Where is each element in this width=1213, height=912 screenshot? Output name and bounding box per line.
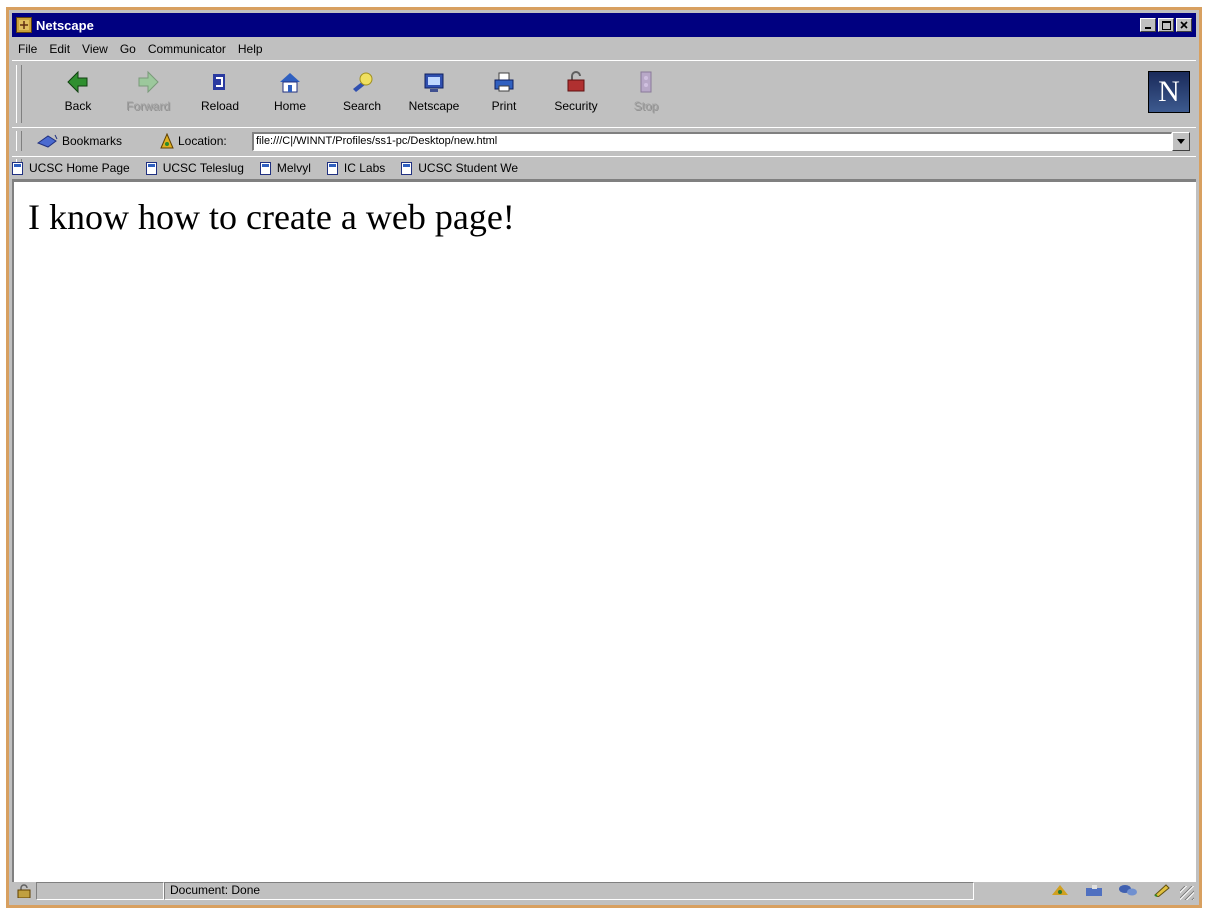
location-label-group: Location: bbox=[160, 133, 227, 149]
url-dropdown-button[interactable] bbox=[1172, 132, 1190, 151]
print-button[interactable]: Print bbox=[474, 69, 534, 119]
bookmarks-label: Bookmarks bbox=[62, 134, 123, 148]
bookmark-page-icon bbox=[145, 161, 157, 175]
netscape-logo[interactable]: N bbox=[1148, 71, 1190, 113]
navigator-icon[interactable] bbox=[1050, 883, 1070, 897]
browser-window: Netscape File Edit View Go Communicator … bbox=[6, 7, 1202, 908]
menu-view[interactable]: View bbox=[76, 42, 114, 56]
bookmark-ucsc-student-web[interactable]: UCSC Student We bbox=[401, 161, 518, 175]
location-url-field[interactable]: file:///C|/WINNT/Profiles/ss1-pc/Desktop… bbox=[252, 132, 1172, 151]
forward-label: Forward bbox=[125, 99, 170, 113]
home-icon bbox=[280, 73, 300, 93]
forward-button[interactable]: Forward bbox=[118, 69, 178, 119]
menu-go[interactable]: Go bbox=[114, 42, 142, 56]
forward-arrow-icon bbox=[138, 70, 159, 94]
search-flashlight-icon bbox=[353, 72, 373, 92]
netscape-button[interactable]: Netscape bbox=[404, 69, 464, 119]
bookmark-label: IC Labs bbox=[343, 161, 386, 175]
status-text: Document: Done bbox=[170, 883, 261, 897]
component-bar bbox=[1050, 883, 1172, 897]
discussion-groups-icon[interactable] bbox=[1118, 883, 1138, 897]
chevron-down-icon bbox=[1177, 139, 1185, 144]
netscape-monitor-icon bbox=[424, 73, 444, 92]
netscape-label: Netscape bbox=[408, 99, 460, 113]
menu-file[interactable]: File bbox=[12, 42, 43, 56]
location-toolbar: Bookmarks Location: file:///C|/WINNT/Pro… bbox=[12, 127, 1196, 157]
window-title: Netscape bbox=[36, 17, 94, 33]
back-arrow-icon bbox=[67, 70, 88, 94]
home-label: Home bbox=[273, 99, 306, 113]
menu-bar: File Edit View Go Communicator Help bbox=[12, 39, 1196, 59]
composer-icon[interactable] bbox=[1152, 883, 1172, 897]
bookmark-page-icon bbox=[259, 161, 271, 175]
status-text-panel bbox=[164, 882, 974, 900]
back-button[interactable]: Back bbox=[48, 69, 108, 119]
page-content[interactable]: I know how to create a web page! bbox=[12, 180, 1196, 882]
bookmark-page-icon bbox=[12, 161, 23, 175]
page-heading: I know how to create a web page! bbox=[28, 197, 515, 237]
search-button[interactable]: Search bbox=[332, 69, 392, 119]
bookmark-ucsc-teleslug[interactable]: UCSC Teleslug bbox=[145, 161, 244, 175]
stop-label: Stop bbox=[633, 99, 659, 113]
bookmark-label: Melvyl bbox=[276, 161, 311, 175]
print-label: Print bbox=[491, 99, 517, 113]
resize-grip[interactable] bbox=[1180, 886, 1194, 900]
maximize-button[interactable] bbox=[1158, 18, 1174, 32]
status-bar: Document: Done bbox=[12, 880, 1196, 902]
location-label: Location: bbox=[178, 134, 227, 148]
mailbox-icon[interactable] bbox=[1084, 883, 1104, 897]
progress-panel bbox=[36, 882, 164, 900]
security-lock-icon[interactable] bbox=[14, 883, 34, 899]
bookmark-melvyl[interactable]: Melvyl bbox=[259, 161, 311, 175]
menu-edit[interactable]: Edit bbox=[43, 42, 76, 56]
bookmarks-button[interactable]: Bookmarks bbox=[36, 133, 122, 149]
search-label: Search bbox=[342, 99, 382, 113]
toolbar-grip[interactable] bbox=[16, 65, 22, 123]
minimize-button[interactable] bbox=[1140, 18, 1156, 32]
reload-button[interactable]: Reload bbox=[190, 69, 250, 119]
bookmark-ic-labs[interactable]: IC Labs bbox=[326, 161, 386, 175]
menu-help[interactable]: Help bbox=[232, 42, 269, 56]
bookmarks-icon bbox=[36, 134, 58, 148]
home-button[interactable]: Home bbox=[260, 69, 320, 119]
personal-toolbar: UCSC Home Page UCSC Teleslug Melvyl IC L… bbox=[12, 156, 1196, 180]
close-button[interactable] bbox=[1176, 18, 1192, 32]
bookmark-ucsc-home-page[interactable]: UCSC Home Page bbox=[12, 161, 130, 175]
bookmark-label: UCSC Student We bbox=[418, 161, 519, 175]
menu-communicator[interactable]: Communicator bbox=[142, 42, 232, 56]
back-label: Back bbox=[64, 99, 92, 113]
stop-button[interactable]: Stop bbox=[616, 69, 676, 119]
reload-icon bbox=[213, 74, 225, 90]
toolbar-grip[interactable] bbox=[16, 131, 22, 151]
netscape-app-icon bbox=[16, 17, 32, 33]
printer-icon bbox=[494, 72, 514, 92]
title-bar[interactable]: Netscape bbox=[12, 13, 1196, 37]
reload-label: Reload bbox=[200, 99, 240, 113]
security-button[interactable]: Security bbox=[546, 69, 606, 119]
stop-icon bbox=[640, 71, 652, 93]
location-page-proxy-icon[interactable] bbox=[160, 133, 174, 149]
navigation-toolbar: Back Forward Reload Home Search Netscape… bbox=[12, 60, 1196, 128]
bookmark-label: UCSC Home Page bbox=[29, 161, 130, 175]
padlock-icon bbox=[567, 71, 585, 92]
bookmark-page-icon bbox=[326, 161, 338, 175]
security-label: Security bbox=[554, 99, 598, 113]
bookmark-label: UCSC Teleslug bbox=[162, 161, 244, 175]
bookmark-page-icon bbox=[401, 161, 413, 175]
